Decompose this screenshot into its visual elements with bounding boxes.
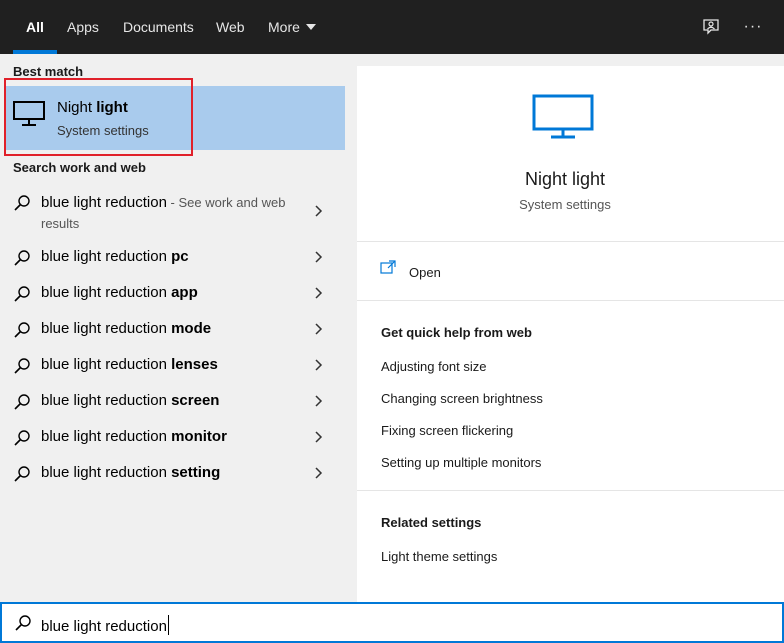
search-box[interactable]: blue light reduction [0, 602, 784, 643]
web-suggestion-item[interactable]: blue light reduction app [0, 284, 345, 308]
tab-more[interactable]: More [268, 0, 316, 54]
chevron-right-icon [315, 431, 323, 443]
chevron-right-icon [315, 287, 323, 299]
divider [357, 490, 784, 491]
search-input[interactable]: blue light reduction [41, 615, 169, 635]
divider [357, 300, 784, 301]
feedback-icon[interactable] [699, 15, 723, 39]
suggestion-query: blue light reduction [41, 428, 172, 445]
suggestion-query: blue light reduction [41, 464, 172, 481]
chevron-right-icon [315, 205, 323, 217]
suggestion-completion: monitor [171, 428, 227, 445]
open-label: Open [409, 265, 441, 280]
text-cursor [167, 615, 169, 635]
suggestion-query: blue light reduction [41, 320, 172, 337]
best-match-subtitle: System settings [57, 123, 149, 138]
chevron-right-icon [315, 251, 323, 263]
web-suggestion-item[interactable]: blue light reduction mode [0, 320, 345, 344]
chevron-right-icon [315, 323, 323, 335]
divider [357, 241, 784, 242]
suggestion-query: blue light reduction [41, 248, 172, 265]
search-icon [14, 358, 30, 374]
suggestion-query: blue light reduction [41, 392, 172, 409]
results-panel: Best match Night light System settings S… [0, 54, 356, 602]
chevron-right-icon [315, 467, 323, 479]
tab-web[interactable]: Web [216, 0, 245, 54]
quick-help-heading: Get quick help from web [381, 325, 532, 340]
suggestion-text: blue light reduction setting [41, 464, 220, 481]
suggestion-query: blue light reduction [41, 194, 167, 211]
web-suggestion-item[interactable]: blue light reduction lenses [0, 356, 345, 380]
open-icon [380, 260, 396, 274]
web-suggestion-item[interactable]: blue light reduction pc [0, 248, 345, 272]
suggestion-text: blue light reduction pc [41, 248, 189, 265]
search-icon [14, 394, 30, 410]
quick-help-link[interactable]: Fixing screen flickering [381, 423, 513, 438]
search-icon [14, 286, 30, 302]
suggestion-text: blue light reduction screen [41, 392, 219, 409]
best-match-title-bold: light [96, 99, 128, 116]
web-suggestion-item[interactable]: blue light reduction screen [0, 392, 345, 416]
best-match-title-plain: Night [57, 99, 97, 116]
related-settings-heading: Related settings [381, 515, 482, 530]
suggestion-query: blue light reduction [41, 356, 172, 373]
suggestion-text: blue light reduction lenses [41, 356, 218, 373]
search-icon [14, 250, 30, 266]
quick-help-link[interactable]: Changing screen brightness [381, 391, 543, 406]
tab-documents[interactable]: Documents [123, 0, 194, 54]
chevron-right-icon [315, 395, 323, 407]
tab-more-label: More [268, 19, 300, 35]
suggestion-completion: setting [171, 464, 221, 481]
search-query-text: blue light reduction [41, 618, 167, 635]
suggestion-completion: mode [171, 320, 212, 337]
monitor-icon [13, 101, 45, 126]
suggestion-text: blue light reduction - See work and web … [41, 192, 301, 234]
monitor-icon [532, 94, 594, 139]
web-suggestion-item[interactable]: blue light reduction monitor [0, 428, 345, 452]
search-icon [14, 322, 30, 338]
best-match-result[interactable]: Night light System settings [5, 86, 345, 150]
detail-title: Night light [524, 169, 606, 189]
best-match-heading: Best match [13, 64, 84, 79]
web-suggestion-item[interactable]: blue light reduction - See work and web … [0, 192, 345, 238]
search-icon [14, 430, 30, 446]
suggestion-text: blue light reduction app [41, 284, 198, 301]
suggestion-completion: pc [171, 248, 189, 265]
related-settings-link[interactable]: Light theme settings [381, 549, 497, 564]
suggestion-completion: screen [171, 392, 220, 409]
chevron-right-icon [315, 359, 323, 371]
tab-all[interactable]: All [13, 0, 57, 54]
search-scope-bar: All Apps Documents Web More ··· [0, 0, 784, 54]
suggestion-completion: app [171, 284, 198, 301]
search-icon [14, 195, 30, 211]
tab-apps[interactable]: Apps [67, 0, 99, 54]
quick-help-link[interactable]: Adjusting font size [381, 359, 487, 374]
search-web-heading: Search work and web [13, 160, 146, 175]
suggestion-completion: lenses [171, 356, 218, 373]
more-options-icon[interactable]: ··· [741, 15, 765, 39]
search-icon [14, 466, 30, 482]
suggestion-text: blue light reduction monitor [41, 428, 227, 445]
suggestion-query: blue light reduction [41, 284, 172, 301]
detail-subtitle: System settings [519, 197, 611, 212]
best-match-title: Night light [57, 99, 128, 116]
suggestion-text: blue light reduction mode [41, 320, 211, 337]
search-icon [15, 615, 31, 631]
detail-panel: Night light System settings Open Get qui… [357, 66, 784, 602]
quick-help-link[interactable]: Setting up multiple monitors [381, 455, 541, 470]
web-suggestion-item[interactable]: blue light reduction setting [0, 464, 345, 488]
chevron-down-icon [305, 24, 316, 30]
